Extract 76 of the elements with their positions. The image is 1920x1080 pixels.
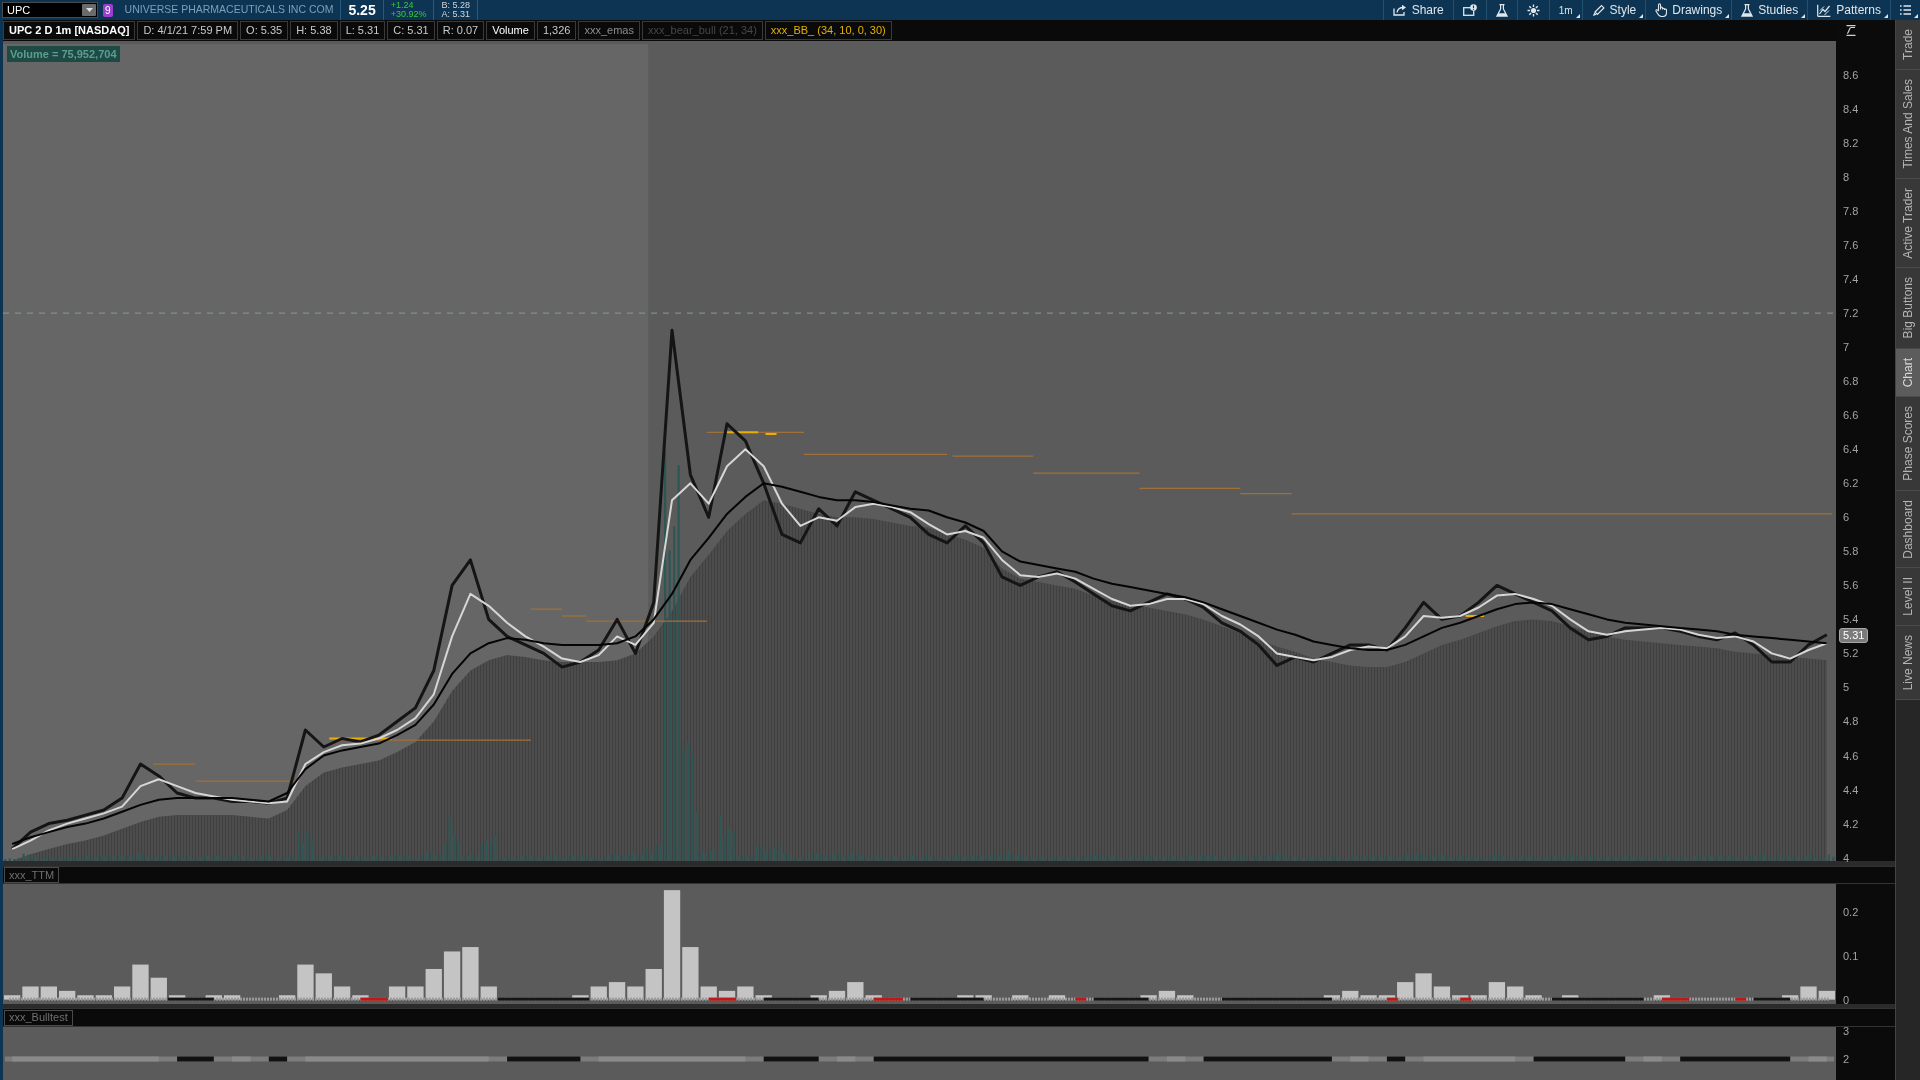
axis-label: 4.4 bbox=[1843, 782, 1859, 797]
list-icon bbox=[1900, 5, 1911, 15]
study-title: xxx_Bulltest bbox=[4, 1009, 73, 1026]
last-price: 5.25 bbox=[348, 0, 376, 20]
axis-label: 5.4 bbox=[1843, 612, 1859, 627]
quote-field: O: 5.35 bbox=[240, 21, 289, 40]
axis-label: 7.4 bbox=[1843, 272, 1859, 287]
share-icon bbox=[1392, 4, 1407, 16]
axis-label: 6.4 bbox=[1843, 442, 1859, 457]
side-tab[interactable]: Trade bbox=[1896, 20, 1920, 70]
axis-label: 5.6 bbox=[1843, 578, 1859, 593]
axis-label: 4.2 bbox=[1843, 816, 1859, 831]
bid-price: B: 5.28 bbox=[441, 1, 470, 10]
change-percent: +30.92% bbox=[390, 10, 427, 19]
axis-label: 6.2 bbox=[1843, 476, 1859, 491]
quote-field: 1,326 bbox=[536, 21, 577, 40]
axis-label: 4 bbox=[1843, 850, 1850, 865]
axis-label: 6 bbox=[1843, 510, 1850, 525]
study-label: xxx_BB_ (34, 10, 0, 30) bbox=[764, 21, 892, 40]
axis-label: 8.4 bbox=[1843, 102, 1859, 117]
axis-label: 4.8 bbox=[1843, 714, 1859, 729]
axis-label: 8.6 bbox=[1843, 68, 1859, 82]
axis-label: 2 bbox=[1843, 1051, 1850, 1066]
axis-label: 8 bbox=[1843, 170, 1850, 185]
last-price-label: 5.31 bbox=[1839, 627, 1869, 643]
side-tab[interactable]: Times And Sales bbox=[1896, 69, 1920, 179]
quote-field: H: 5.38 bbox=[290, 21, 338, 40]
quote-field: R: 0.07 bbox=[436, 21, 485, 40]
axis-label: 5.2 bbox=[1843, 646, 1859, 661]
volume-readout: Volume = 75,952,704 bbox=[7, 46, 120, 62]
flask-icon bbox=[1741, 3, 1754, 17]
quote-field: D: 4/1/21 7:59 PM bbox=[137, 21, 239, 40]
link-badge[interactable]: 9 bbox=[103, 3, 113, 17]
axis-label: 7.2 bbox=[1843, 306, 1859, 321]
axis-label: 8.2 bbox=[1843, 136, 1859, 151]
side-tab[interactable]: Dashboard bbox=[1896, 490, 1920, 569]
axis-label: 7 bbox=[1843, 340, 1850, 355]
change-value: +1.24 bbox=[390, 1, 415, 10]
side-tab[interactable]: Level II bbox=[1896, 568, 1920, 627]
chart-title: UPC 2 D 1m [NASDAQ] bbox=[3, 21, 136, 40]
symbol-field[interactable]: UPC bbox=[2, 2, 98, 18]
company-name: UNIVERSE PHARMACEUTICALS INC COM bbox=[124, 2, 334, 18]
symbol-input[interactable]: UPC bbox=[3, 3, 79, 17]
ask-price: A: 5.31 bbox=[441, 10, 470, 19]
axis-label: 6.8 bbox=[1843, 374, 1859, 389]
side-tab[interactable]: Live News bbox=[1896, 626, 1920, 701]
study-title: xxx_TTM bbox=[4, 867, 60, 883]
study-label: Volume bbox=[486, 21, 535, 40]
axis-label: 5 bbox=[1843, 680, 1850, 695]
axis-label: 0.1 bbox=[1843, 948, 1859, 963]
axis-label: 4.6 bbox=[1843, 748, 1859, 763]
flask-icon bbox=[1495, 3, 1508, 17]
chart-pattern-icon bbox=[1817, 3, 1832, 17]
axis-label: 7.6 bbox=[1843, 238, 1859, 253]
caret-icon bbox=[85, 8, 93, 12]
axis-label: 7.8 bbox=[1843, 204, 1859, 219]
study-label: xxx_emas bbox=[578, 21, 640, 40]
side-tab[interactable]: Chart bbox=[1896, 348, 1920, 397]
hand-icon bbox=[1655, 3, 1668, 17]
pencil-icon bbox=[1591, 3, 1605, 17]
symbol-dropdown-button[interactable] bbox=[82, 4, 96, 16]
gear-icon bbox=[1526, 3, 1540, 17]
curve-icon bbox=[1846, 25, 1856, 36]
axis-label: 0 bbox=[1843, 992, 1850, 1007]
window-alert-icon bbox=[1462, 4, 1477, 16]
quote-field: L: 5.31 bbox=[339, 21, 386, 40]
quote-field: C: 5.31 bbox=[387, 21, 435, 40]
side-tab[interactable]: Big Buttons bbox=[1896, 268, 1920, 349]
histogram-bar bbox=[1818, 990, 1835, 1000]
axis-label: 3 bbox=[1843, 1023, 1850, 1038]
axis-label: 0.2 bbox=[1843, 905, 1859, 919]
side-tab[interactable]: Phase Scores bbox=[1896, 396, 1920, 491]
axis-label: 5.8 bbox=[1843, 544, 1859, 559]
axis-label: 6.6 bbox=[1843, 408, 1859, 423]
study-label: xxx_bear_bull (21, 34) bbox=[641, 21, 763, 40]
side-tab[interactable]: Active Trader bbox=[1896, 178, 1920, 269]
